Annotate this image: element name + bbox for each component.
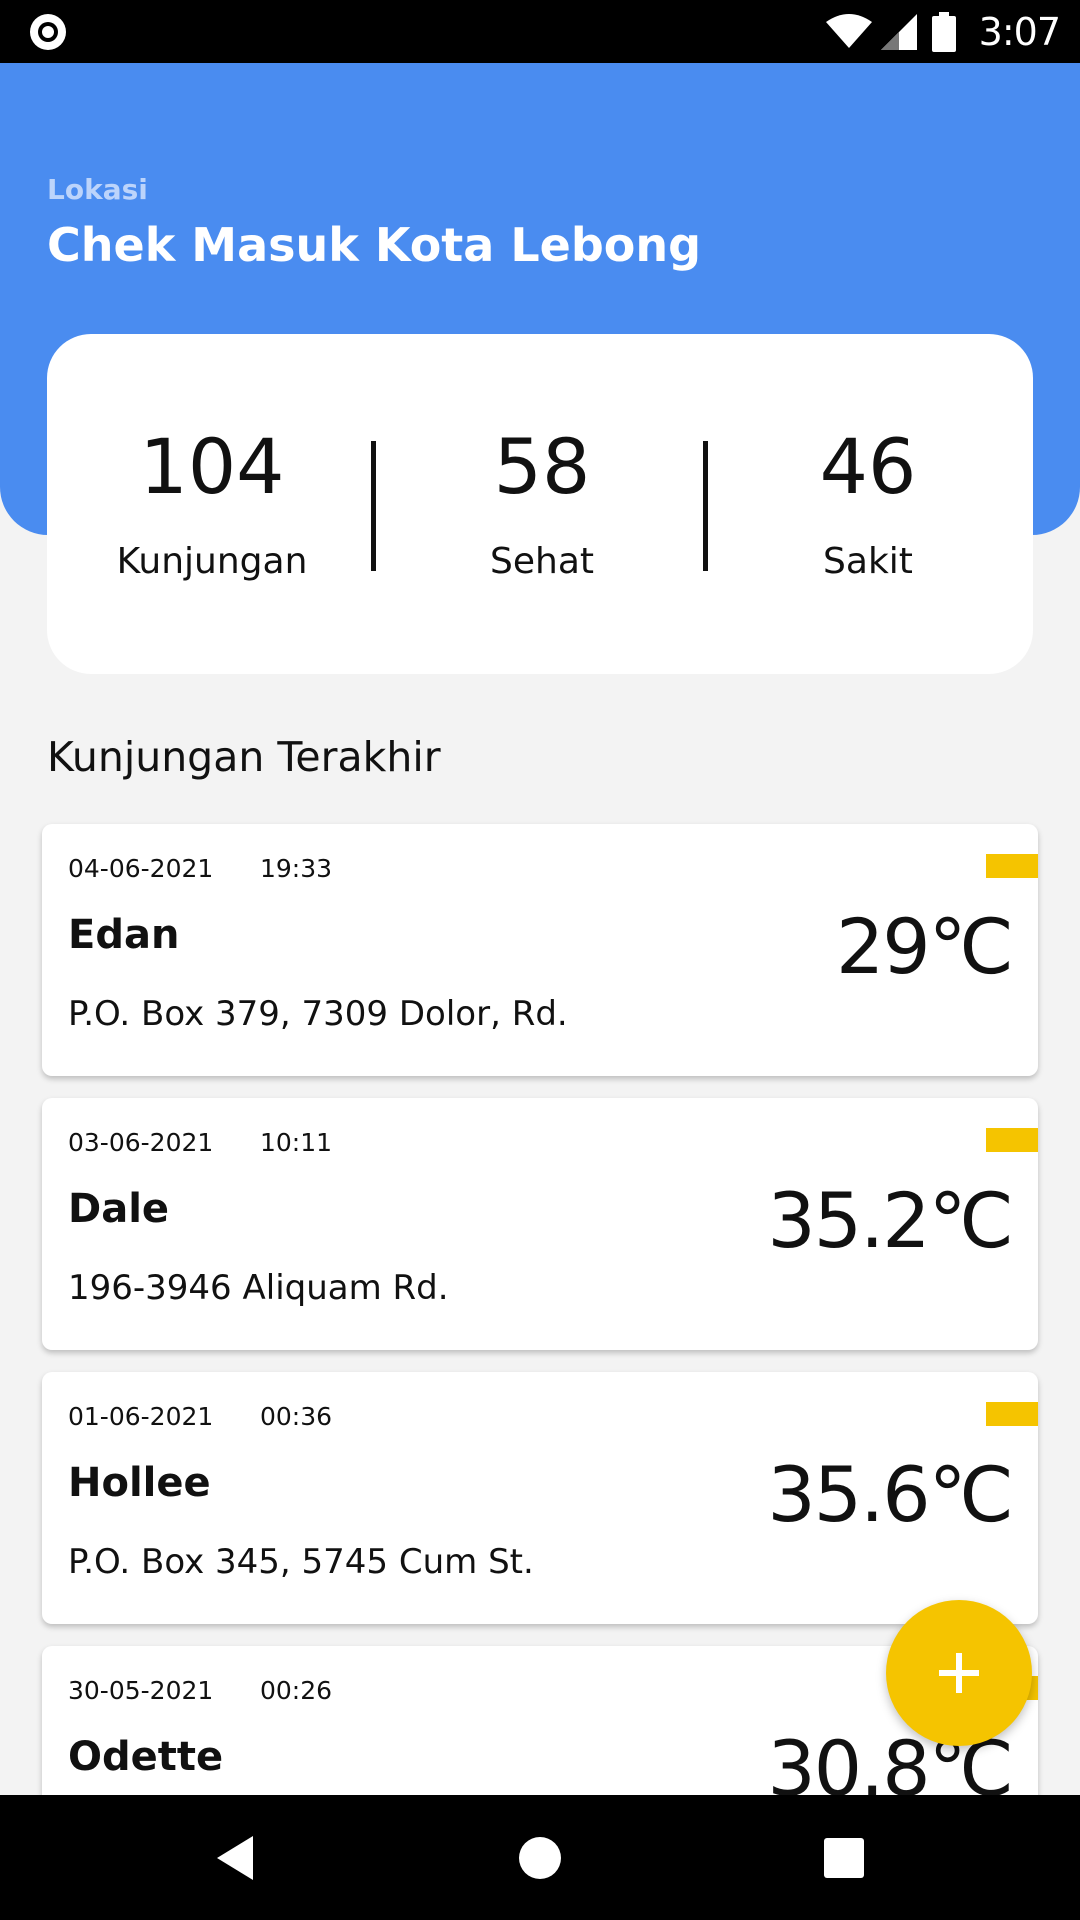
visitor-temperature: 29℃	[835, 902, 1014, 991]
visit-time: 00:36	[260, 1402, 333, 1431]
home-button[interactable]	[500, 1795, 580, 1920]
status-flag	[986, 1402, 1038, 1426]
visitor-temperature: 35.2℃	[767, 1176, 1014, 1265]
plus-icon	[939, 1653, 979, 1693]
visit-date: 01-06-2021	[68, 1402, 214, 1431]
visitor-address: 196-3946 Aliquam Rd.	[68, 1268, 449, 1308]
home-icon	[519, 1836, 561, 1879]
back-button[interactable]	[195, 1795, 275, 1920]
visitor-name: Odette	[68, 1734, 224, 1780]
visit-card[interactable]: 03-06-2021 10:11 Dale 196-3946 Aliquam R…	[42, 1098, 1038, 1350]
visitor-name: Hollee	[68, 1460, 211, 1506]
navigation-bar	[0, 1795, 1080, 1920]
visit-time: 19:33	[260, 854, 333, 883]
status-flag	[986, 1128, 1038, 1152]
visit-card[interactable]: 01-06-2021 00:36 Hollee P.O. Box 345, 57…	[42, 1372, 1038, 1624]
visit-date: 30-05-2021	[68, 1676, 214, 1705]
visit-time: 00:26	[260, 1676, 333, 1705]
visitor-address: P.O. Box 345, 5745 Cum St.	[68, 1542, 534, 1582]
back-icon	[217, 1835, 253, 1880]
visitor-name: Edan	[68, 912, 180, 958]
visit-list: 04-06-2021 19:33 Edan P.O. Box 379, 7309…	[0, 0, 1080, 1795]
visit-date: 03-06-2021	[68, 1128, 214, 1157]
screen: 3:07 Lokasi Chek Masuk Kota Lebong 104 K…	[0, 0, 1080, 1920]
recents-icon	[824, 1837, 864, 1878]
status-flag	[986, 854, 1038, 878]
visitor-name: Dale	[68, 1186, 170, 1232]
recents-button[interactable]	[804, 1795, 884, 1920]
visitor-address: P.O. Box 379, 7309 Dolor, Rd.	[68, 994, 568, 1034]
visit-card[interactable]: 04-06-2021 19:33 Edan P.O. Box 379, 7309…	[42, 824, 1038, 1076]
visit-time: 10:11	[260, 1128, 333, 1157]
visit-date: 04-06-2021	[68, 854, 214, 883]
add-visit-button[interactable]	[886, 1600, 1032, 1746]
visitor-temperature: 35.6℃	[767, 1450, 1014, 1539]
